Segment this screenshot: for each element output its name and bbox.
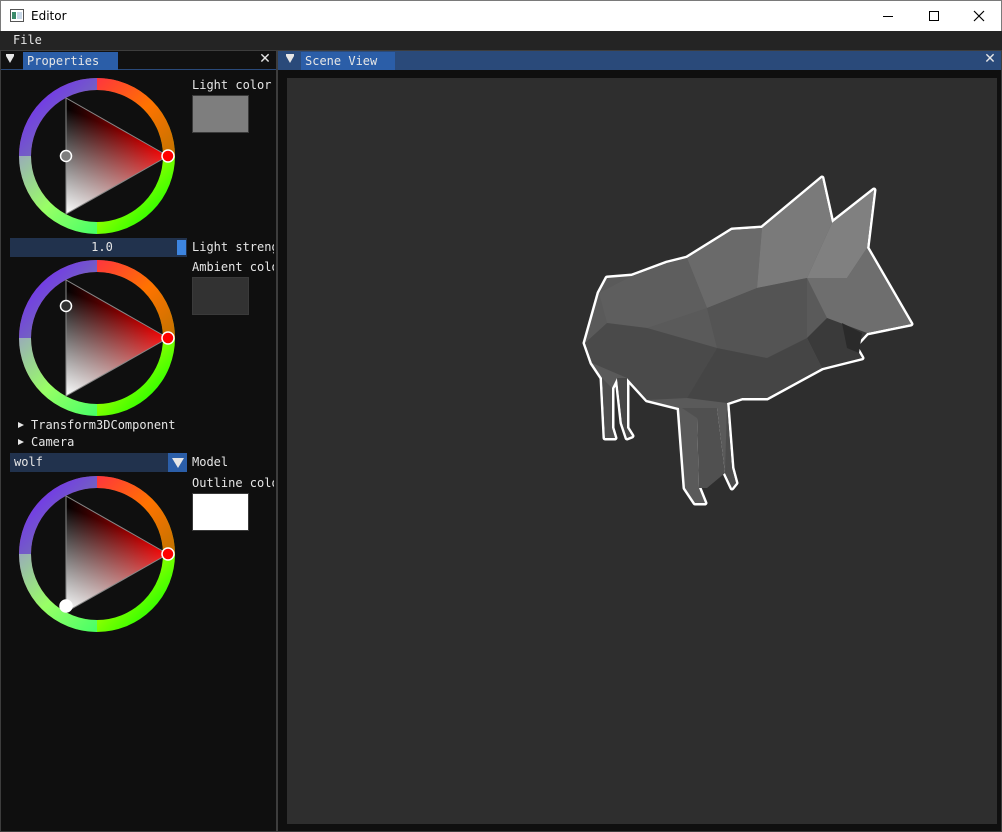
light-strength-value: 1.0 (91, 240, 113, 254)
tree-node-label: Transform3DComponent (31, 418, 176, 432)
properties-tab-bar: Properties ✕ (1, 51, 276, 70)
tab-scene-view-label: Scene View (305, 54, 378, 68)
scene-tab-bar: Scene View ✕ (278, 51, 1001, 70)
light-color-wheel[interactable] (17, 76, 177, 236)
app-icon (10, 9, 24, 22)
scene-view-panel: Scene View ✕ (277, 50, 1002, 832)
slider-grab[interactable] (177, 240, 186, 255)
menu-file[interactable]: File (13, 33, 42, 47)
minimize-icon (883, 16, 893, 17)
close-window-button[interactable] (956, 1, 1002, 31)
combo-dropdown-button[interactable] (168, 453, 187, 472)
tree-node-camera[interactable]: Camera (18, 435, 74, 449)
light-color-label: Light color (192, 78, 272, 92)
light-strength-slider[interactable]: 1.0 (10, 238, 187, 257)
window-title: Editor (31, 9, 67, 23)
chevron-down-icon (172, 458, 184, 468)
model-combo-value: wolf (14, 455, 43, 469)
hue-marker (161, 331, 175, 345)
hue-marker (161, 149, 175, 163)
light-color-swatch[interactable] (192, 95, 249, 133)
expand-arrow-icon (18, 422, 24, 428)
saturation-value-marker (59, 599, 73, 613)
close-icon (973, 10, 985, 22)
tree-node-label: Camera (31, 435, 75, 449)
hue-marker (161, 547, 175, 561)
outline-color-label: Outline colo (192, 476, 274, 490)
light-strength-label: Light streng (192, 240, 274, 254)
scene-viewport[interactable] (287, 78, 997, 824)
tab-properties[interactable]: Properties (23, 52, 118, 70)
tab-properties-label: Properties (27, 54, 100, 68)
maximize-icon (929, 11, 939, 21)
maximize-button[interactable] (911, 1, 957, 31)
tree-node-transform3d[interactable]: Transform3DComponent (18, 418, 176, 432)
properties-panel: Properties ✕ Light color 1.0 Light stren… (0, 50, 277, 832)
outline-color-wheel[interactable] (17, 474, 177, 634)
ambient-color-label: Ambient colo (192, 260, 274, 274)
close-scene-view-icon[interactable]: ✕ (983, 52, 997, 66)
window-title-bar: Editor (0, 0, 1002, 31)
wolf-model (582, 175, 914, 506)
model-combo[interactable]: wolf (10, 453, 187, 472)
expand-arrow-icon (18, 439, 24, 445)
close-properties-icon[interactable]: ✕ (258, 52, 272, 66)
collapse-triangle-icon[interactable] (286, 54, 294, 63)
menu-bar: File (0, 31, 1002, 50)
ambient-color-wheel[interactable] (17, 258, 177, 418)
tab-scene-view[interactable]: Scene View (301, 52, 395, 70)
collapse-triangle-icon[interactable] (6, 54, 14, 63)
saturation-value-marker (59, 149, 73, 163)
minimize-button[interactable] (865, 1, 911, 31)
model-label: Model (192, 455, 229, 469)
ambient-color-swatch[interactable] (192, 277, 249, 315)
outline-color-swatch[interactable] (192, 493, 249, 531)
saturation-value-marker (59, 299, 73, 313)
